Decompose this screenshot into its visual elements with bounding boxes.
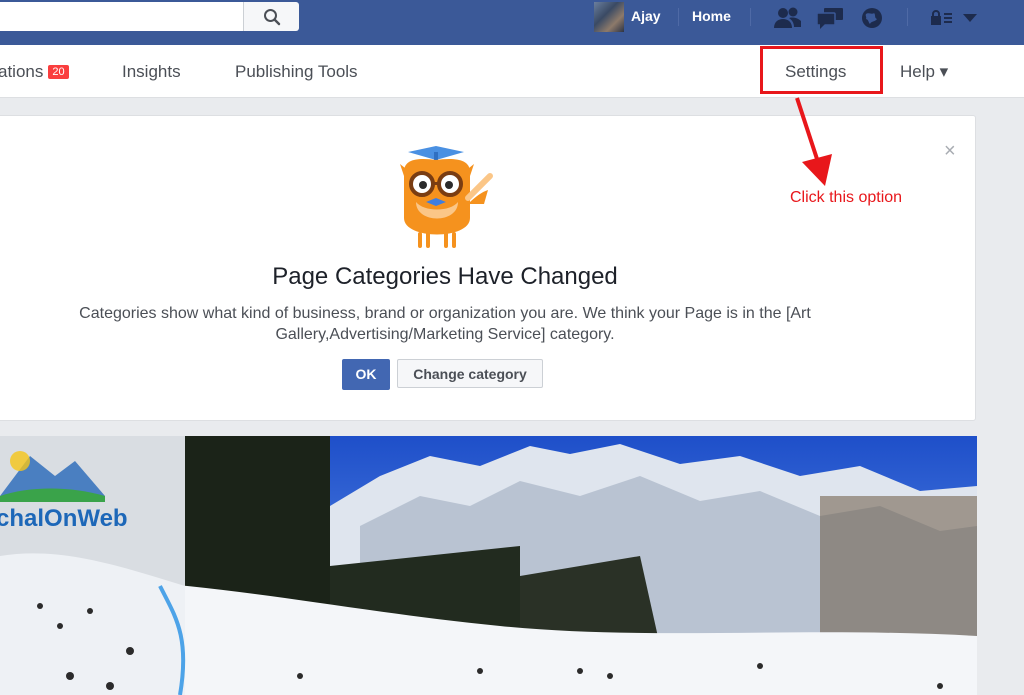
notifications-icon[interactable] <box>859 6 885 30</box>
help-menu[interactable]: Help ▾ <box>900 62 948 82</box>
close-icon[interactable]: × <box>944 140 956 163</box>
notice-description-line: Categories show what kind of business, b… <box>79 305 811 322</box>
tab-insights[interactable]: Insights <box>122 62 181 82</box>
divider <box>678 8 679 26</box>
owl-mascot-icon <box>400 146 493 248</box>
friend-requests-icon[interactable] <box>773 6 803 30</box>
avatar[interactable] <box>594 2 624 32</box>
settings-highlight-box <box>760 46 883 94</box>
search-button[interactable] <box>243 2 299 31</box>
tab-notifications-label: ations <box>0 62 44 81</box>
tab-publishing-tools[interactable]: Publishing Tools <box>235 62 358 82</box>
privacy-shortcuts-icon[interactable] <box>930 10 954 26</box>
notice-title: Page Categories Have Changed <box>272 263 618 290</box>
account-menu-icon[interactable] <box>963 13 977 23</box>
notice-description-line: Gallery,Advertising/Marketing Service] c… <box>275 326 615 343</box>
search-icon <box>263 8 280 25</box>
top-bar: Ajay Home <box>0 0 1024 45</box>
home-link[interactable]: Home <box>692 8 731 24</box>
messages-icon[interactable] <box>815 6 845 30</box>
cover-photo[interactable]: chalOnWeb <box>0 436 977 695</box>
annotation-label: Click this option <box>790 189 903 206</box>
tab-notifications[interactable]: ations 20 <box>0 62 69 82</box>
cover-logo-text: chalOnWeb <box>0 505 128 532</box>
divider <box>750 8 751 26</box>
notification-count-badge: 20 <box>48 65 69 79</box>
change-category-button[interactable]: Change category <box>397 359 543 388</box>
cover-image <box>0 436 977 695</box>
notice-description: Categories show what kind of business, b… <box>0 303 890 345</box>
profile-name-link[interactable]: Ajay <box>631 8 661 24</box>
ok-button[interactable]: OK <box>342 359 390 390</box>
annotation-arrow <box>795 97 832 186</box>
divider <box>907 8 908 26</box>
